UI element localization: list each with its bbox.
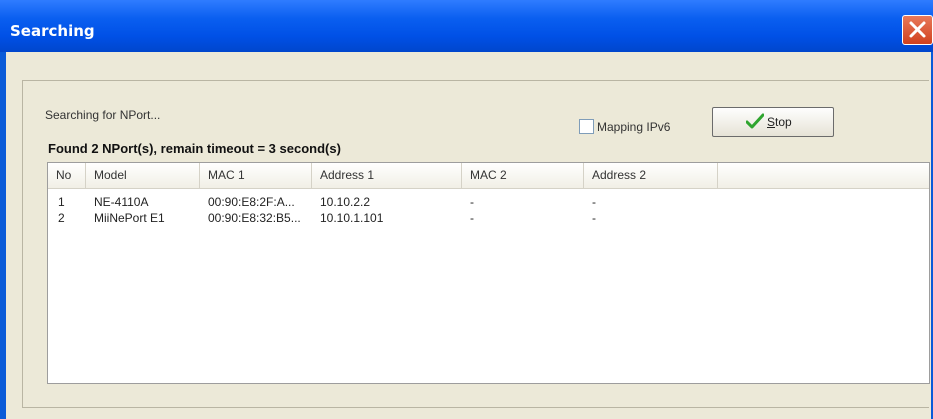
cell-address1: 10.10.1.101	[320, 211, 384, 225]
cell-no: 2	[58, 211, 65, 225]
title-bar[interactable]: Searching	[0, 0, 933, 52]
mapping-ipv6-label[interactable]: Mapping IPv6	[597, 120, 670, 134]
column-header-mac2[interactable]: MAC 2	[462, 163, 584, 188]
cell-address1: 10.10.2.2	[320, 195, 371, 209]
cell-model: MiiNePort E1	[94, 211, 165, 225]
cell-address2: -	[592, 195, 596, 209]
stop-button-label: Stop	[767, 115, 792, 129]
searching-dialog: Searching Searching for NPort... Found 2…	[0, 0, 933, 419]
window-title: Searching	[10, 22, 95, 40]
cell-model: NE-4110A	[94, 195, 149, 209]
column-header-model[interactable]: Model	[86, 163, 200, 188]
mapping-ipv6-checkbox[interactable]	[579, 119, 594, 134]
column-header-mac1[interactable]: MAC 1	[200, 163, 312, 188]
cell-mac1: 00:90:E8:32:B5...	[208, 211, 301, 225]
close-button[interactable]	[902, 15, 933, 45]
column-header-address2[interactable]: Address 2	[584, 163, 718, 188]
close-icon	[909, 21, 926, 38]
list-header: No Model MAC 1 Address 1 MAC 2 Address 2	[48, 163, 929, 189]
cell-mac2: -	[470, 195, 474, 209]
found-count-text: Found 2 NPort(s), remain timeout = 3 sec…	[48, 141, 341, 156]
results-listview[interactable]: No Model MAC 1 Address 1 MAC 2 Address 2…	[47, 162, 930, 384]
checkmark-icon	[746, 113, 764, 129]
column-header-address1[interactable]: Address 1	[312, 163, 462, 188]
column-header-no[interactable]: No	[48, 163, 86, 188]
column-header-filler	[718, 163, 929, 188]
table-row[interactable]: 2 MiiNePort E1 00:90:E8:32:B5... 10.10.1…	[48, 210, 929, 226]
stop-accel-letter: S	[767, 115, 776, 129]
cell-mac2: -	[470, 211, 474, 225]
searching-status-text: Searching for NPort...	[45, 108, 161, 122]
cell-no: 1	[58, 195, 65, 209]
stop-label-rest: top	[775, 115, 792, 129]
cell-mac1: 00:90:E8:2F:A...	[208, 195, 295, 209]
stop-button[interactable]: Stop	[712, 107, 834, 137]
cell-address2: -	[592, 211, 596, 225]
table-row[interactable]: 1 NE-4110A 00:90:E8:2F:A... 10.10.2.2 - …	[48, 194, 929, 210]
